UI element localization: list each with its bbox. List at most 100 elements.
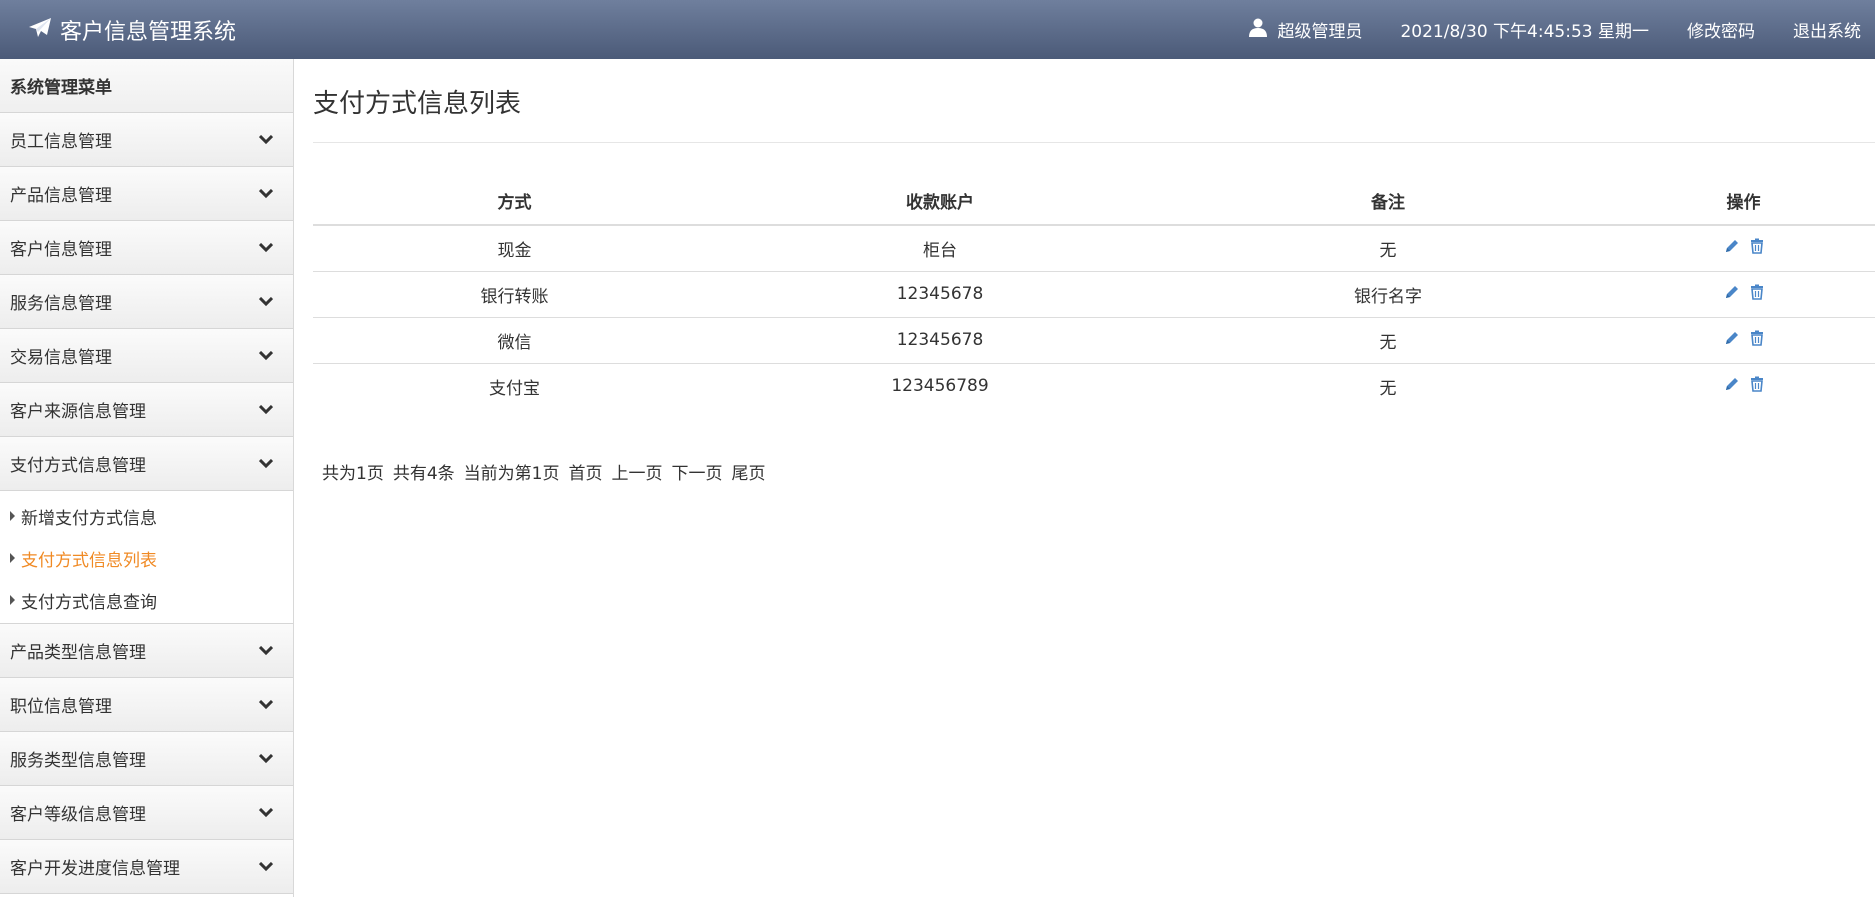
- sidebar-item-dev-progress[interactable]: 客户开发进度信息管理: [0, 840, 293, 894]
- chevron-down-icon: [257, 750, 275, 768]
- cell-note: 银行名字: [1164, 270, 1612, 317]
- sidebar-header: 系统管理菜单: [0, 59, 293, 113]
- caret-right-icon: [10, 511, 15, 521]
- caret-right-icon: [10, 553, 15, 563]
- prev-page-link[interactable]: 上一页: [611, 459, 662, 484]
- next-page-link[interactable]: 下一页: [671, 459, 722, 484]
- sidebar-item-position[interactable]: 职位信息管理: [0, 678, 293, 732]
- cell-account: 12345678: [716, 270, 1164, 317]
- table-row: 银行转账 12345678 银行名字: [313, 270, 1875, 317]
- sidebar-item-label: 产品类型信息管理: [10, 643, 146, 663]
- sidebar-item-label: 客户等级信息管理: [10, 805, 146, 825]
- table-header-row: 方式 收款账户 备注 操作: [313, 177, 1875, 226]
- cell-method: 银行转账: [313, 270, 716, 317]
- submenu-item-add-payment[interactable]: 新增支付方式信息: [0, 495, 293, 537]
- total-pages: 共为1页: [322, 464, 384, 484]
- trash-icon[interactable]: [1750, 376, 1764, 392]
- last-page-link[interactable]: 尾页: [731, 459, 765, 484]
- cell-account: 柜台: [716, 224, 1164, 271]
- sidebar-item-label: 服务信息管理: [10, 294, 112, 314]
- payment-submenu: 新增支付方式信息 支付方式信息列表 支付方式信息查询: [0, 491, 293, 624]
- chevron-down-icon: [257, 858, 275, 876]
- chevron-down-icon: [257, 131, 275, 149]
- submenu-item-label: 支付方式信息查询: [21, 592, 157, 613]
- table-row: 支付宝 123456789 无: [313, 362, 1875, 409]
- column-header: 备注: [1164, 177, 1612, 226]
- caret-right-icon: [10, 595, 15, 605]
- cell-method: 支付宝: [313, 362, 716, 409]
- cell-note: 无: [1164, 224, 1612, 271]
- submenu-item-label: 支付方式信息列表: [21, 550, 157, 571]
- chevron-down-icon: [257, 642, 275, 660]
- current-user: 超级管理员: [1249, 17, 1362, 42]
- chevron-down-icon: [257, 401, 275, 419]
- app-title: 客户信息管理系统: [60, 19, 237, 45]
- sidebar-item-product[interactable]: 产品信息管理: [0, 167, 293, 221]
- sidebar-item-label: 客户信息管理: [10, 240, 112, 260]
- cell-actions: [1612, 270, 1875, 317]
- cell-actions: [1612, 316, 1875, 363]
- sidebar-item-label: 服务类型信息管理: [10, 751, 146, 771]
- chevron-down-icon: [257, 239, 275, 257]
- table-row: 现金 柜台 无: [313, 224, 1875, 271]
- datetime: 2021/8/30 下午4:45:53 星期一: [1400, 22, 1649, 42]
- sidebar-item-label: 交易信息管理: [10, 348, 112, 368]
- sidebar-item-customer[interactable]: 客户信息管理: [0, 221, 293, 275]
- sidebar: 系统管理菜单 员工信息管理 产品信息管理 客户信息管理 服务信息管理 交易信息管…: [0, 59, 294, 897]
- cell-note: 无: [1164, 316, 1612, 363]
- pencil-icon[interactable]: [1724, 284, 1740, 300]
- sidebar-item-customer-level[interactable]: 客户等级信息管理: [0, 786, 293, 840]
- sidebar-item-service-type[interactable]: 服务类型信息管理: [0, 732, 293, 786]
- table-row: 微信 12345678 无: [313, 316, 1875, 363]
- total-records: 共有4条: [392, 464, 455, 484]
- pencil-icon[interactable]: [1724, 330, 1740, 346]
- sidebar-item-label: 客户开发进度信息管理: [10, 859, 180, 879]
- cell-method: 现金: [313, 224, 716, 271]
- sidebar-item-label: 支付方式信息管理: [10, 456, 146, 476]
- pencil-icon[interactable]: [1724, 238, 1740, 254]
- trash-icon[interactable]: [1750, 284, 1764, 300]
- top-bar: 客户信息管理系统 超级管理员 2021/8/30 下午4:45:53 星期一 修…: [0, 0, 1875, 59]
- sidebar-item-product-type[interactable]: 产品类型信息管理: [0, 624, 293, 678]
- trash-icon[interactable]: [1750, 238, 1764, 254]
- top-right-nav: 超级管理员 2021/8/30 下午4:45:53 星期一 修改密码 退出系统: [1249, 0, 1861, 59]
- cell-actions: [1612, 224, 1875, 271]
- pagination: 共为1页 共有4条 当前为第1页 首页 上一页 下一页 尾页: [322, 459, 765, 484]
- sidebar-item-employee[interactable]: 员工信息管理: [0, 113, 293, 167]
- cell-note: 无: [1164, 362, 1612, 409]
- page-title: 支付方式信息列表: [313, 89, 522, 119]
- title-divider: [313, 142, 1875, 143]
- column-header: 收款账户: [716, 177, 1164, 226]
- first-page-link[interactable]: 首页: [568, 459, 602, 484]
- change-password-link[interactable]: 修改密码: [1687, 17, 1755, 42]
- trash-icon[interactable]: [1750, 330, 1764, 346]
- sidebar-item-transaction[interactable]: 交易信息管理: [0, 329, 293, 383]
- cell-account: 123456789: [716, 362, 1164, 409]
- payment-method-table: 方式 收款账户 备注 操作 现金 柜台 无 银行转账 12345678 银行名字: [313, 177, 1875, 409]
- sidebar-item-label: 产品信息管理: [10, 186, 112, 206]
- pencil-icon[interactable]: [1724, 376, 1740, 392]
- submenu-item-label: 新增支付方式信息: [21, 508, 157, 529]
- sidebar-item-customer-source[interactable]: 客户来源信息管理: [0, 383, 293, 437]
- main-content: 支付方式信息列表 方式 收款账户 备注 操作 现金 柜台 无 银行转账 1234…: [313, 59, 1875, 897]
- user-icon: [1249, 18, 1268, 42]
- submenu-item-payment-query[interactable]: 支付方式信息查询: [0, 579, 293, 621]
- sidebar-item-label: 客户来源信息管理: [10, 402, 146, 422]
- logout-link[interactable]: 退出系统: [1793, 17, 1861, 42]
- sidebar-item-payment-method[interactable]: 支付方式信息管理: [0, 437, 293, 491]
- brand: 客户信息管理系统: [28, 0, 236, 59]
- chevron-down-icon: [257, 696, 275, 714]
- current-page: 当前为第1页: [463, 464, 560, 484]
- column-header: 方式: [313, 177, 716, 226]
- sidebar-item-label: 职位信息管理: [10, 697, 112, 717]
- cell-method: 微信: [313, 316, 716, 363]
- cell-actions: [1612, 362, 1875, 409]
- cell-account: 12345678: [716, 316, 1164, 363]
- paper-plane-icon: [28, 17, 52, 43]
- chevron-down-icon: [257, 455, 275, 473]
- user-name: 超级管理员: [1277, 22, 1363, 42]
- sidebar-item-label: 员工信息管理: [10, 132, 112, 152]
- sidebar-item-service[interactable]: 服务信息管理: [0, 275, 293, 329]
- submenu-item-payment-list[interactable]: 支付方式信息列表: [0, 537, 293, 579]
- chevron-down-icon: [257, 185, 275, 203]
